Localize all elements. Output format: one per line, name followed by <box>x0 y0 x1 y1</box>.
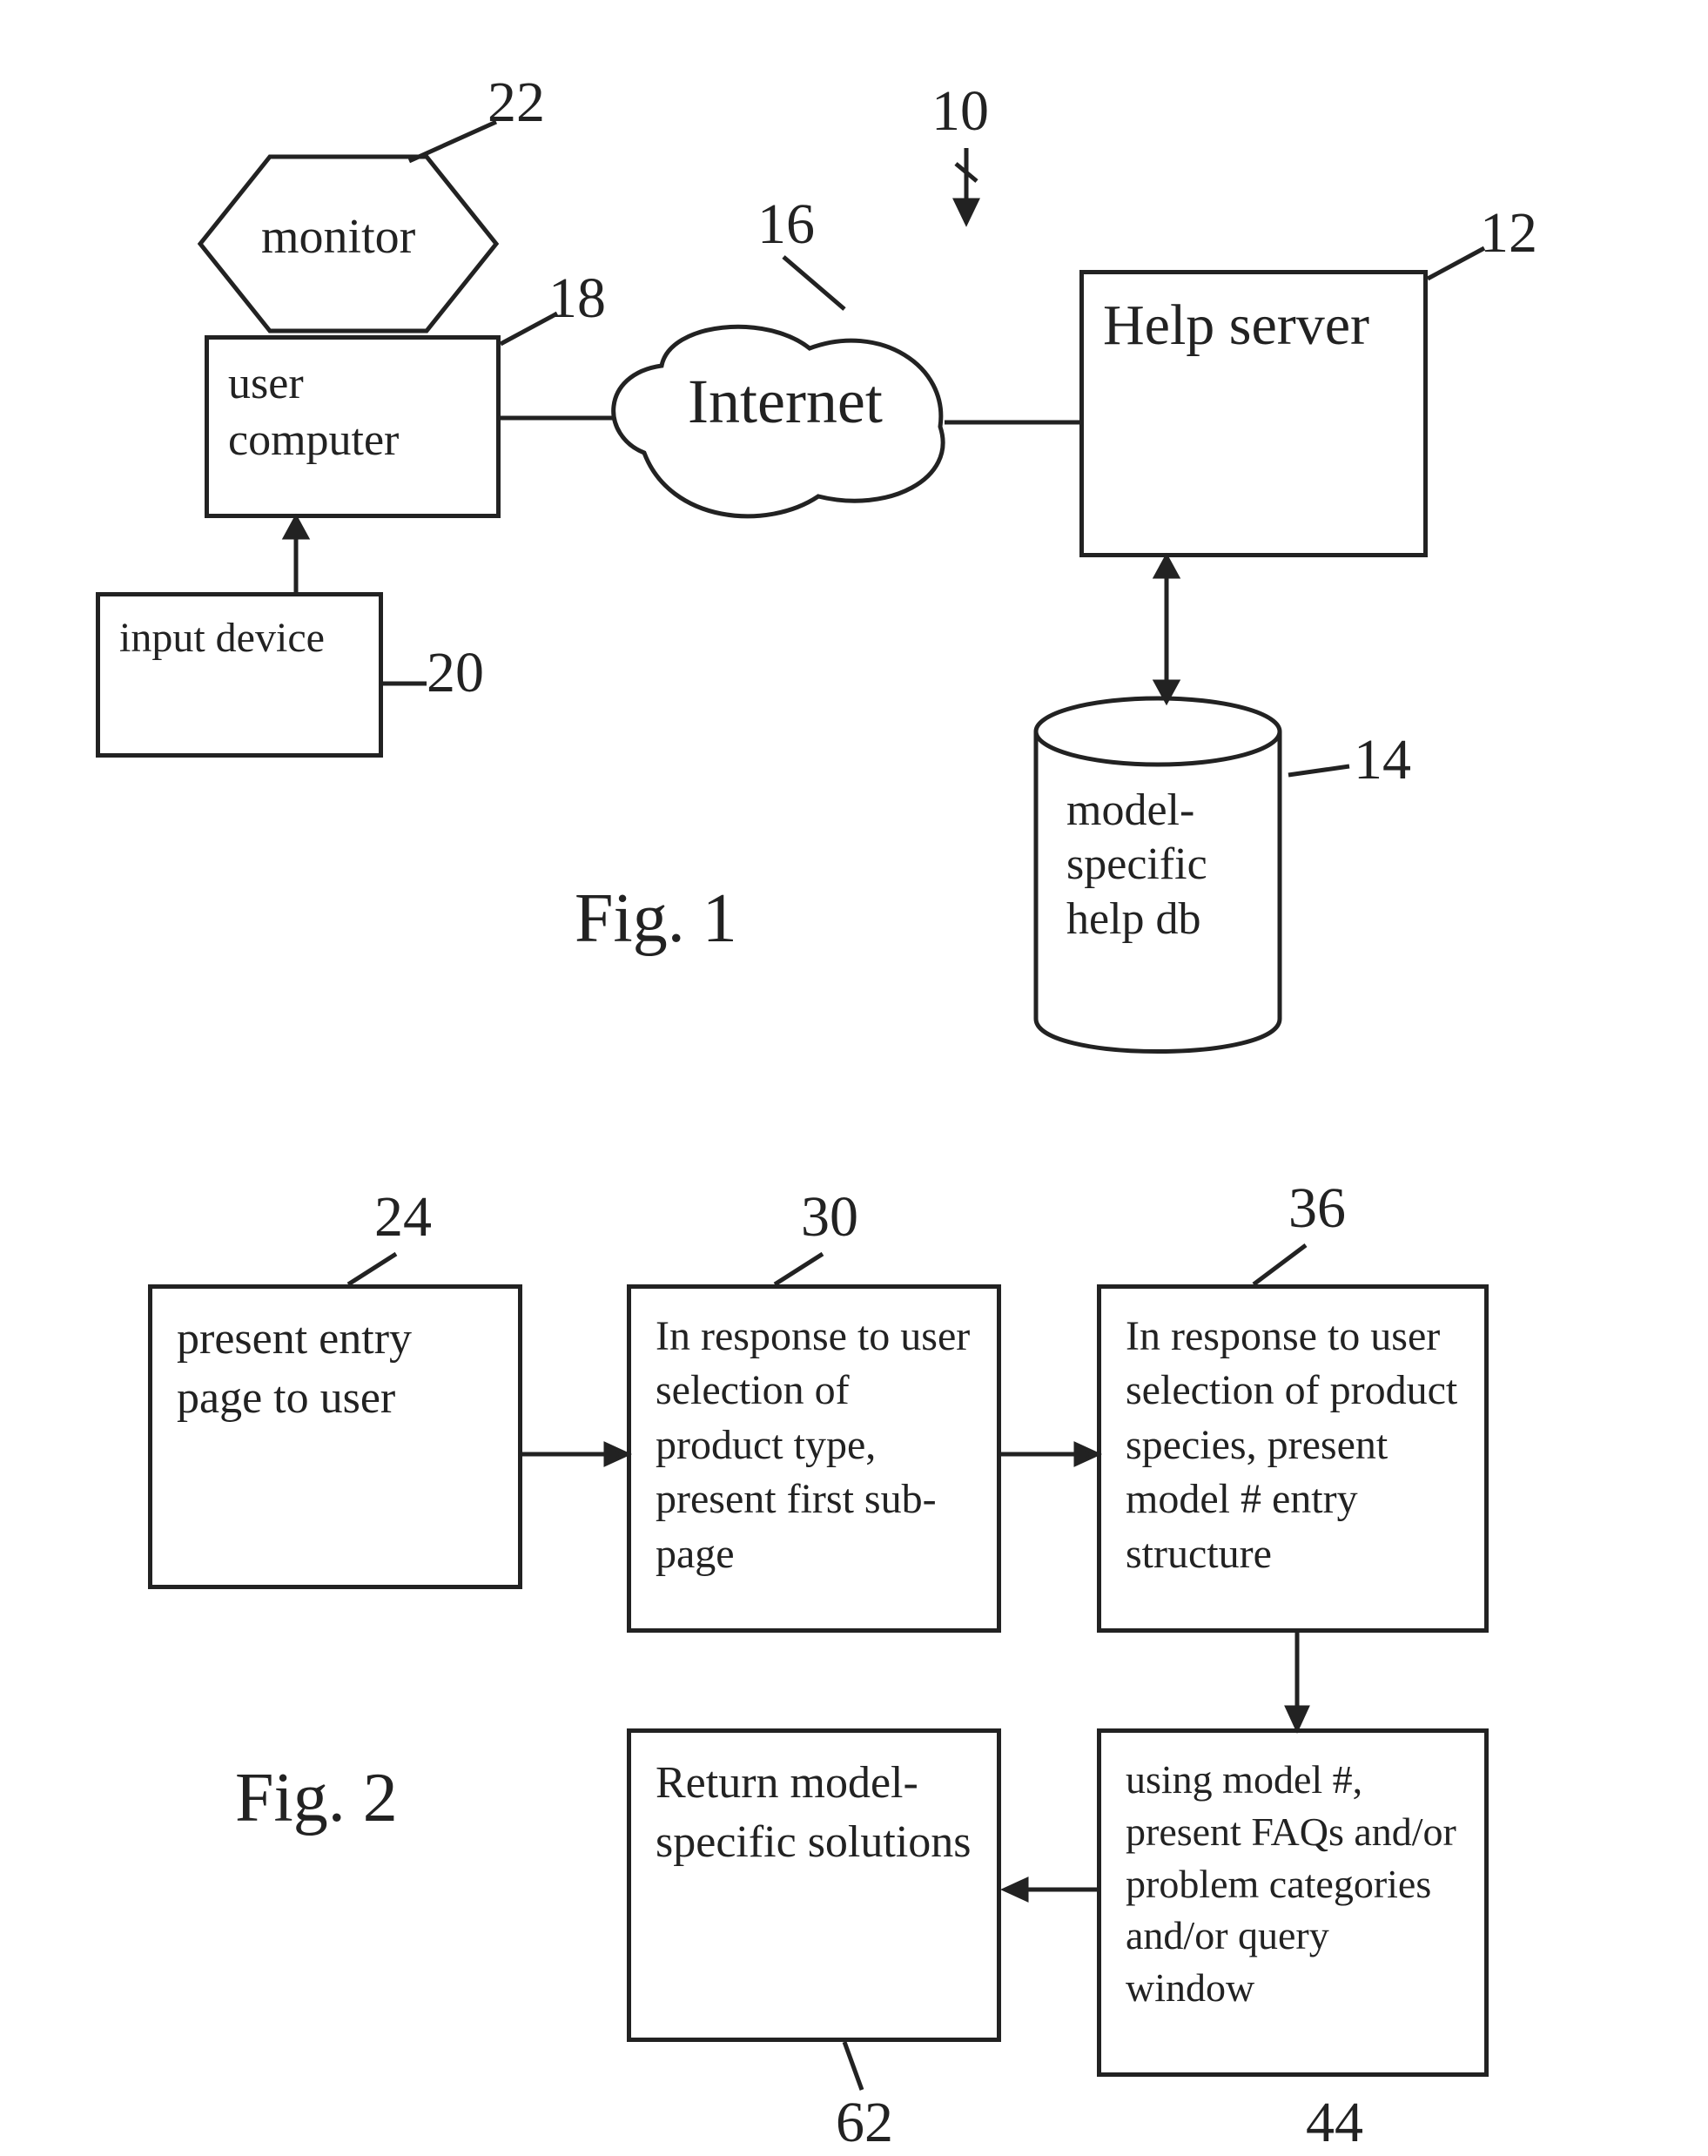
step-62-box: Return model-specific solutions <box>627 1728 1001 2042</box>
step-36-box: In response to user selection of product… <box>1097 1284 1489 1633</box>
ref-14: 14 <box>1354 727 1411 793</box>
ref-16: 16 <box>757 192 815 258</box>
arrow-24-30 <box>522 1437 631 1472</box>
step-62-label: Return model-specific solutions <box>656 1758 972 1867</box>
monitor-label: monitor <box>261 209 415 265</box>
figure2-caption: Fig. 2 <box>235 1759 398 1838</box>
arrow-44-62 <box>1001 1872 1101 1907</box>
ref-36: 36 <box>1288 1176 1346 1242</box>
help-server-box: Help server <box>1079 270 1428 557</box>
ref-22: 22 <box>488 70 545 136</box>
ref-10: 10 <box>931 78 989 145</box>
input-device-label: input device <box>119 615 325 661</box>
ref-30-leader <box>775 1254 827 1289</box>
ref-16-leader <box>783 253 862 313</box>
figure1-caption: Fig. 1 <box>575 879 737 959</box>
internet-label: Internet <box>688 366 883 438</box>
ref-10-arrow <box>949 148 984 226</box>
step-24-box: present entry page to user <box>148 1284 522 1589</box>
user-computer-box: user computer <box>205 335 501 518</box>
ref-62: 62 <box>836 2090 893 2156</box>
link-internet-server <box>945 414 1079 431</box>
step-36-label: In response to user selection of product… <box>1126 1313 1457 1577</box>
db-label: model-specific help db <box>1066 784 1258 947</box>
step-44-label: using model #, present FAQs and/or probl… <box>1126 1757 1456 2010</box>
arrow-input-to-user <box>279 518 313 596</box>
arrow-30-36 <box>1001 1437 1101 1472</box>
input-device-box: input device <box>96 592 383 758</box>
user-computer-label: user computer <box>228 359 399 465</box>
step-44-box: using model #, present FAQs and/or probl… <box>1097 1728 1489 2077</box>
ref-20: 20 <box>427 640 484 706</box>
ref-14-leader <box>1288 758 1358 792</box>
ref-12: 12 <box>1480 200 1537 266</box>
ref-62-leader <box>836 2042 871 2094</box>
ref-24-leader <box>348 1254 400 1289</box>
ref-24: 24 <box>374 1184 432 1250</box>
arrow-36-44 <box>1280 1633 1315 1733</box>
link-user-internet <box>501 409 614 427</box>
ref-36-leader <box>1254 1245 1315 1289</box>
help-server-label: Help server <box>1103 293 1369 357</box>
step-30-box: In response to user selection of product… <box>627 1284 1001 1633</box>
ref-30: 30 <box>801 1184 858 1250</box>
arrow-server-db <box>1149 557 1184 705</box>
ref-44: 44 <box>1306 2090 1363 2156</box>
page: monitor 22 user computer 18 input device… <box>0 0 1708 2138</box>
step-24-label: present entry page to user <box>177 1314 412 1423</box>
step-30-label: In response to user selection of product… <box>656 1313 970 1577</box>
